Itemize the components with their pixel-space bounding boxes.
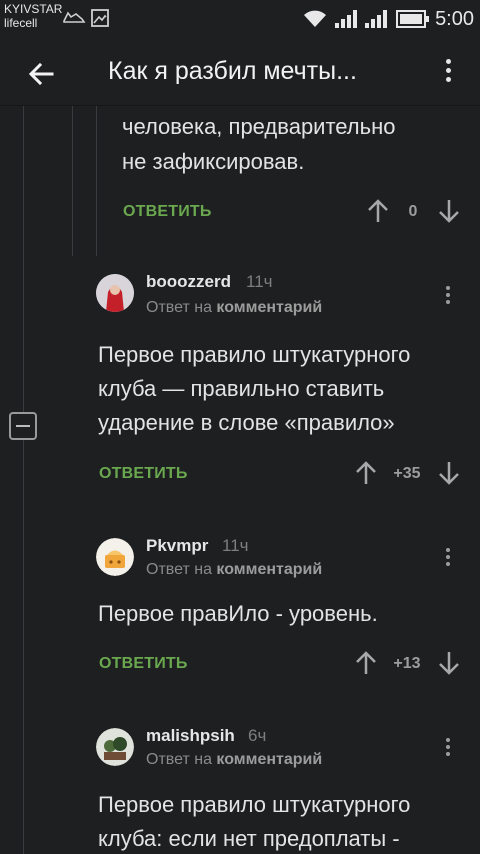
upvote-arrow-icon[interactable] [354, 460, 378, 486]
comment-time: 11ч [222, 536, 249, 555]
battery-icon [396, 10, 429, 28]
avatar[interactable] [96, 538, 134, 576]
back-arrow-icon[interactable] [22, 54, 62, 94]
comment-author[interactable]: malishpsih [146, 726, 235, 746]
post-title: Как я разбил мечты... [108, 57, 357, 85]
comment-text-line: человека, предварительно [122, 114, 396, 139]
reply-button[interactable]: ОТВЕТИТЬ [99, 465, 188, 483]
vote-score: +13 [393, 655, 421, 672]
vote-score: 0 [408, 203, 418, 220]
carrier-names: KYIVSTAR lifecell [4, 2, 62, 30]
comment-thread[interactable]: человека, предварительно не зафиксировав… [0, 106, 480, 854]
wifi-icon [304, 10, 326, 27]
downvote-arrow-icon[interactable] [437, 460, 461, 486]
comment-text-line: ударение в слове «правило» [98, 410, 395, 435]
thread-line-nested [72, 106, 73, 256]
comment-text-line: Первое правило штукатурного [98, 342, 411, 367]
app-toolbar: Как я разбил мечты... [0, 40, 480, 106]
carrier-2: lifecell [4, 16, 38, 30]
status-bar: KYIVSTAR lifecell 5:00 [0, 0, 480, 40]
reply-to-label[interactable]: Ответ на комментарий [146, 299, 322, 317]
sneaker-icon [63, 11, 86, 23]
reply-to-link[interactable]: комментарий [216, 751, 322, 768]
comment-time: 6ч [248, 726, 267, 745]
comment-menu-icon[interactable] [443, 736, 453, 760]
reply-to-link[interactable]: комментарий [216, 561, 322, 578]
thread-line-root [23, 106, 24, 854]
upvote-arrow-icon[interactable] [366, 198, 390, 224]
upvote-arrow-icon[interactable] [354, 650, 378, 676]
avatar[interactable] [96, 274, 134, 312]
comment-text-line: клуба: если нет предоплаты - [98, 826, 400, 851]
signal-1-icon [335, 10, 357, 28]
downvote-arrow-icon[interactable] [437, 650, 461, 676]
comment-text-line: Первое правило штукатурного [98, 792, 411, 817]
comment-author[interactable]: booozzerd [146, 272, 231, 292]
carrier-1: KYIVSTAR [4, 2, 63, 16]
comment-text-line: Первое правИло - уровень. [98, 601, 378, 626]
image-icon [91, 9, 109, 27]
comment-time: 11ч [246, 272, 273, 291]
reply-button[interactable]: ОТВЕТИТЬ [99, 655, 188, 673]
signal-2-icon [365, 10, 387, 28]
vote-score: +35 [393, 465, 421, 482]
overflow-menu-icon[interactable] [436, 56, 460, 90]
comment-menu-icon[interactable] [443, 284, 453, 308]
reply-to-label[interactable]: Ответ на комментарий [146, 561, 322, 579]
reply-to-link[interactable]: комментарий [216, 299, 322, 316]
comment-menu-icon[interactable] [443, 546, 453, 570]
collapse-thread-button[interactable] [9, 412, 37, 440]
comment-text-line: клуба — правильно ставить [98, 376, 385, 401]
downvote-arrow-icon[interactable] [437, 198, 461, 224]
comment-author[interactable]: Pkvmpr [146, 536, 208, 556]
avatar[interactable] [96, 728, 134, 766]
thread-line-nested-2 [96, 106, 97, 256]
reply-button[interactable]: ОТВЕТИТЬ [123, 203, 212, 221]
comment-text-line: не зафиксировав. [122, 149, 305, 174]
reply-to-label[interactable]: Ответ на комментарий [146, 751, 322, 769]
clock: 5:00 [435, 8, 474, 30]
